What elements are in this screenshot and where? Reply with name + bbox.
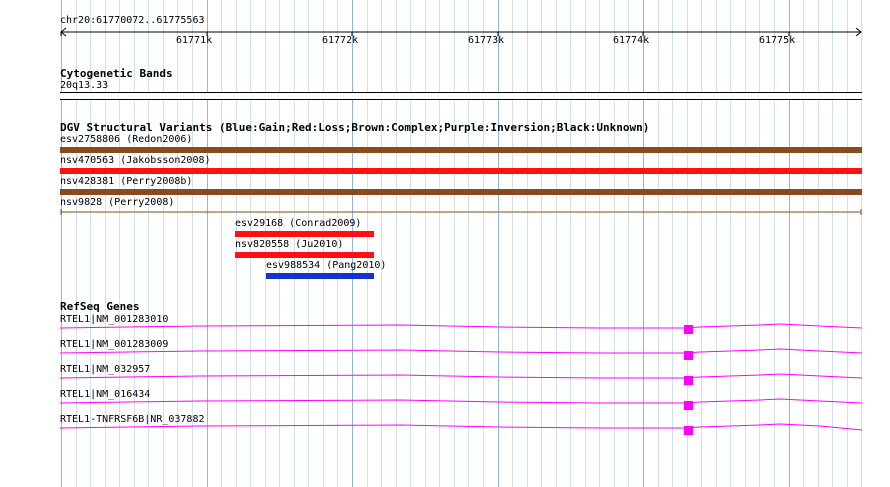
gene-transcript[interactable] — [0, 420, 890, 440]
variant-label: esv988534 (Pang2010) — [266, 260, 387, 271]
variant-bar-loss[interactable] — [235, 231, 374, 237]
cytoband-bar[interactable] — [60, 92, 862, 100]
variant-label: nsv820558 (Ju2010) — [235, 239, 344, 250]
variant-bar-complex-thin[interactable] — [0, 209, 890, 217]
gene-transcript[interactable] — [0, 395, 890, 415]
dgv-track-title: DGV Structural Variants (Blue:Gain;Red:L… — [60, 121, 650, 134]
variant-label: nsv470563 (Jakobsson2008) — [60, 155, 211, 166]
ruler-tick-label: 61771k — [176, 35, 213, 46]
cytoband-label: 20q13.33 — [60, 80, 109, 91]
ruler-tick-label: 61772k — [322, 35, 359, 46]
variant-bar-complex[interactable] — [60, 147, 862, 153]
variant-label: esv2758806 (Redon2006) — [60, 134, 193, 145]
gene-transcript[interactable] — [0, 370, 890, 390]
variant-label: nsv428381 (Perry2008b) — [60, 176, 193, 187]
cytoband-track-title: Cytogenetic Bands — [60, 67, 173, 80]
location-label: chr20:61770072..61775563 — [60, 15, 205, 26]
ruler-axis — [60, 27, 862, 37]
variant-bar-loss[interactable] — [60, 168, 862, 174]
variant-bar-complex[interactable] — [60, 189, 862, 195]
ruler-tick-label: 61775k — [759, 35, 796, 46]
variant-bar-gain[interactable] — [266, 273, 374, 279]
ruler-tick-label: 61773k — [468, 35, 505, 46]
ruler-tick-label: 61774k — [613, 35, 650, 46]
gene-transcript[interactable] — [0, 320, 890, 340]
variant-label: esv29168 (Conrad2009) — [235, 218, 362, 229]
variant-label: nsv9828 (Perry2008) — [60, 197, 175, 208]
variant-bar-loss[interactable] — [235, 252, 374, 258]
gene-transcript[interactable] — [0, 345, 890, 365]
refseq-track-title: RefSeq Genes — [60, 300, 140, 313]
